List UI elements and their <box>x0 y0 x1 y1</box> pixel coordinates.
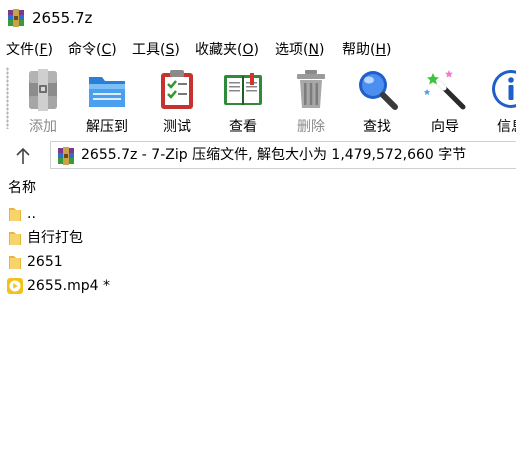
path-field[interactable]: 2655.7z - 7-Zip 压缩文件, 解包大小为 1,479,572,66… <box>50 141 516 169</box>
window-title: 2655.7z <box>32 9 93 27</box>
info-label: 信息 <box>497 119 516 135</box>
extract-label: 解压到 <box>86 119 128 135</box>
info-icon <box>492 70 516 108</box>
view-button[interactable]: 查看 <box>212 65 274 135</box>
book-view-icon <box>224 73 262 105</box>
test-clipboard-icon <box>161 70 193 109</box>
add-button[interactable]: 添加 <box>12 65 74 135</box>
item-name: .. <box>27 206 36 222</box>
magnifier-icon <box>359 71 398 110</box>
extract-button[interactable]: 解压到 <box>76 65 138 135</box>
file-list: 名称 .. 自行打包 2651 2655.mp4 * <box>0 176 516 466</box>
menu-help[interactable]: 帮助(H) <box>342 41 391 59</box>
toolbar-grip[interactable] <box>6 67 9 129</box>
address-bar: 2655.7z - 7-Zip 压缩文件, 解包大小为 1,479,572,66… <box>0 139 516 173</box>
add-label: 添加 <box>29 119 57 135</box>
info-button[interactable]: 信息 <box>480 65 516 135</box>
menu-favorites[interactable]: 收藏夹(O) <box>195 41 259 59</box>
folder-icon <box>9 208 21 221</box>
folder-extract-icon <box>89 77 125 107</box>
archive-icon <box>58 147 74 165</box>
list-item[interactable]: 2651 <box>0 250 516 274</box>
path-text: 2655.7z - 7-Zip 压缩文件, 解包大小为 1,479,572,66… <box>81 147 467 163</box>
menu-bar: 文件(F) 命令(C) 工具(S) 收藏夹(O) 选项(N) 帮助(H) <box>0 38 516 60</box>
delete-button[interactable]: 删除 <box>280 65 342 135</box>
list-item[interactable]: 2655.mp4 * <box>0 274 516 298</box>
title-bar: 2655.7z <box>0 0 516 36</box>
item-name: 自行打包 <box>27 230 83 246</box>
folder-icon <box>9 232 21 245</box>
wizard-label: 向导 <box>431 119 459 135</box>
toolbar: 添加 解压到 测试 查看 删除 查找 向导 信 <box>0 61 516 137</box>
video-file-icon <box>7 278 23 294</box>
menu-options[interactable]: 选项(N) <box>275 41 324 59</box>
test-button[interactable]: 测试 <box>146 65 208 135</box>
menu-file[interactable]: 文件(F) <box>6 41 53 59</box>
column-header-name[interactable]: 名称 <box>8 179 36 197</box>
magic-wand-icon <box>423 70 466 110</box>
archive-add-icon <box>29 69 57 111</box>
list-item[interactable]: 自行打包 <box>0 226 516 250</box>
menu-command[interactable]: 命令(C) <box>68 41 117 59</box>
find-label: 查找 <box>363 119 391 135</box>
item-name: 2655.mp4 * <box>27 278 110 294</box>
item-name: 2651 <box>27 254 63 270</box>
folder-icon <box>9 256 21 269</box>
delete-label: 删除 <box>297 119 325 135</box>
find-button[interactable]: 查找 <box>346 65 408 135</box>
trash-icon <box>297 70 325 108</box>
winrar-app-icon <box>8 9 24 27</box>
wizard-button[interactable]: 向导 <box>414 65 476 135</box>
up-arrow-icon[interactable] <box>8 145 38 167</box>
test-label: 测试 <box>163 119 191 135</box>
menu-tools[interactable]: 工具(S) <box>132 41 180 59</box>
list-item[interactable]: .. <box>0 202 516 226</box>
view-label: 查看 <box>229 119 257 135</box>
